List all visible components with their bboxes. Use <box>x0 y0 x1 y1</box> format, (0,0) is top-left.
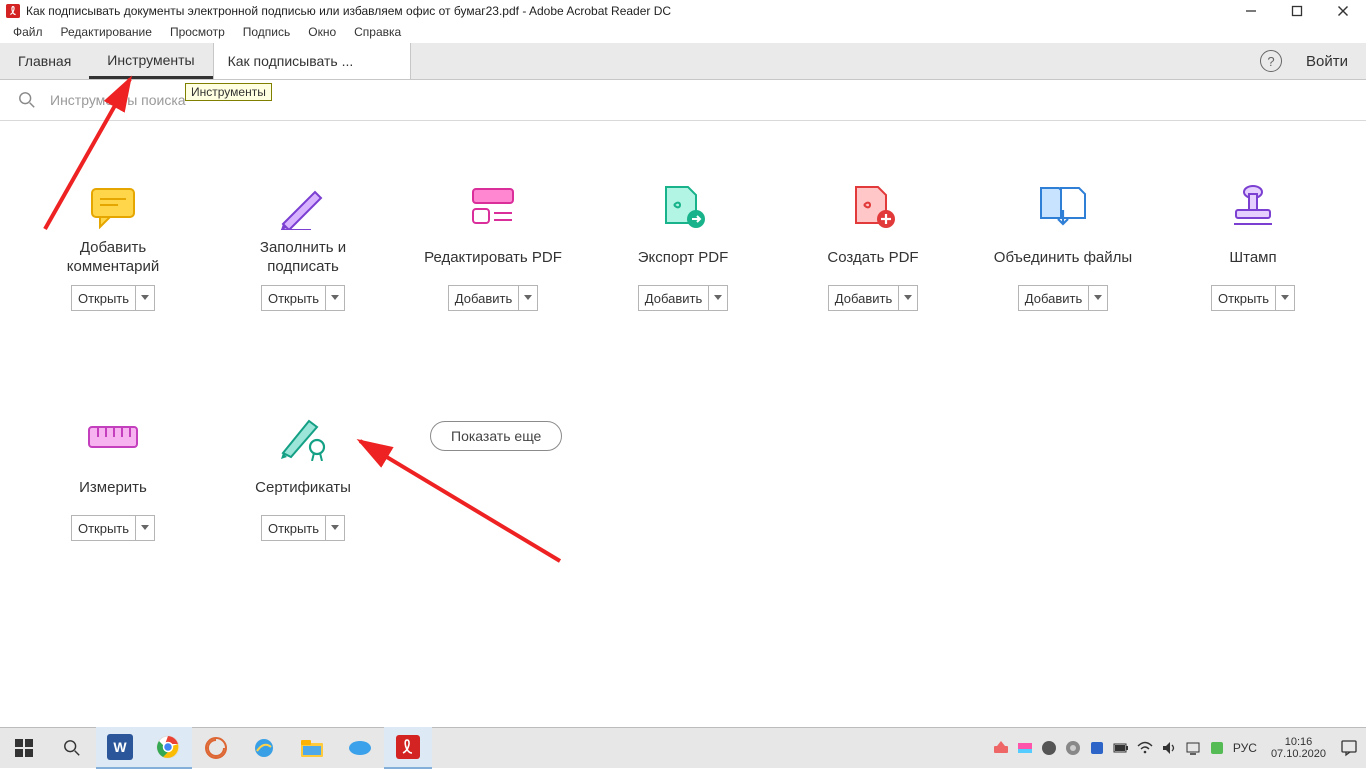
annotation-arrow-certificates <box>350 431 570 571</box>
create-pdf-icon <box>841 181 905 233</box>
chevron-down-icon[interactable] <box>135 516 154 540</box>
taskbar-chrome[interactable] <box>144 727 192 769</box>
window-controls <box>1228 1 1366 21</box>
tray-icon[interactable] <box>1017 740 1033 756</box>
taskbar-word[interactable]: W <box>96 727 144 769</box>
tooltip-tools: Инструменты <box>185 83 272 101</box>
tray-clock[interactable]: 10:16 07.10.2020 <box>1265 736 1332 760</box>
taskbar-search[interactable] <box>48 728 96 768</box>
tray-icon[interactable] <box>1089 740 1105 756</box>
tool-measure[interactable]: Измерить Открыть <box>18 411 208 541</box>
chevron-down-icon[interactable] <box>325 286 344 310</box>
tool-open-button[interactable]: Открыть <box>261 515 345 541</box>
minimize-button[interactable] <box>1228 1 1274 21</box>
tray-icon[interactable] <box>1041 740 1057 756</box>
help-icon[interactable]: ? <box>1260 50 1282 72</box>
stamp-icon <box>1221 181 1285 233</box>
tab-document[interactable]: Как подписывать ... <box>213 43 411 79</box>
titlebar: Как подписывать документы электронной по… <box>0 0 1366 21</box>
tray-icon[interactable] <box>1065 740 1081 756</box>
taskbar-app-c[interactable] <box>192 728 240 768</box>
signin-button[interactable]: Войти <box>1306 53 1348 70</box>
chevron-down-icon[interactable] <box>898 286 917 310</box>
taskbar-explorer[interactable] <box>288 728 336 768</box>
close-button[interactable] <box>1320 1 1366 21</box>
tray-battery-icon[interactable] <box>1113 740 1129 756</box>
tool-edit-pdf[interactable]: Редактировать PDF Добавить <box>398 181 588 311</box>
certificate-pen-icon <box>271 411 335 463</box>
start-button[interactable] <box>0 728 48 768</box>
chevron-down-icon[interactable] <box>708 286 727 310</box>
tool-label: Создать PDF <box>827 237 918 279</box>
tray-icon[interactable] <box>1209 740 1225 756</box>
export-pdf-icon <box>651 181 715 233</box>
tools-area: Добавить комментарий Открыть Заполнить и… <box>0 121 1366 541</box>
menu-help[interactable]: Справка <box>345 25 410 39</box>
action-center-icon[interactable] <box>1340 739 1358 757</box>
combine-icon <box>1031 181 1095 233</box>
maximize-button[interactable] <box>1274 1 1320 21</box>
tool-label: Добавить комментарий <box>67 237 159 279</box>
tool-label: Сертификаты <box>255 467 351 509</box>
pen-icon <box>271 181 335 233</box>
tool-export-pdf[interactable]: Экспорт PDF Добавить <box>588 181 778 311</box>
taskbar-app-blue[interactable] <box>336 728 384 768</box>
menubar: Файл Редактирование Просмотр Подпись Окн… <box>0 21 1366 43</box>
tool-combine[interactable]: Объединить файлы Добавить <box>968 181 1158 311</box>
taskbar: W РУС 10:16 07.10.2020 <box>0 727 1366 768</box>
menu-file[interactable]: Файл <box>4 25 52 39</box>
edit-pdf-icon <box>461 181 525 233</box>
taskbar-ie[interactable] <box>240 728 288 768</box>
tray-wifi-icon[interactable] <box>1137 740 1153 756</box>
tray-icon[interactable] <box>993 740 1009 756</box>
tool-create-pdf[interactable]: Создать PDF Добавить <box>778 181 968 311</box>
annotation-arrow-tools <box>30 69 190 239</box>
chevron-down-icon[interactable] <box>325 516 344 540</box>
tool-add-button[interactable]: Добавить <box>828 285 918 311</box>
tool-open-button[interactable]: Открыть <box>71 515 155 541</box>
taskbar-acrobat[interactable] <box>384 727 432 769</box>
tray-volume-icon[interactable] <box>1161 740 1177 756</box>
menu-sign[interactable]: Подпись <box>234 25 300 39</box>
tool-label: Экспорт PDF <box>638 237 729 279</box>
svg-text:W: W <box>113 739 127 755</box>
tool-open-button[interactable]: Открыть <box>261 285 345 311</box>
tabrow: Главная Инструменты Как подписывать ... … <box>0 43 1366 80</box>
tray-icon[interactable] <box>1185 740 1201 756</box>
chevron-down-icon[interactable] <box>1088 286 1107 310</box>
tool-fill-sign[interactable]: Заполнить и подписать Открыть <box>208 181 398 311</box>
tool-label: Штамп <box>1229 237 1276 279</box>
tool-label: Редактировать PDF <box>424 237 562 279</box>
tool-label: Измерить <box>79 467 147 509</box>
menu-edit[interactable]: Редактирование <box>52 25 161 39</box>
tool-add-button[interactable]: Добавить <box>448 285 538 311</box>
menu-view[interactable]: Просмотр <box>161 25 234 39</box>
acrobat-app-icon <box>6 4 20 18</box>
tool-stamp[interactable]: Штамп Открыть <box>1158 181 1348 311</box>
chevron-down-icon[interactable] <box>518 286 537 310</box>
tool-label: Заполнить и подписать <box>260 237 346 279</box>
tool-label: Объединить файлы <box>994 237 1132 279</box>
chevron-down-icon[interactable] <box>1275 286 1294 310</box>
tool-open-button[interactable]: Открыть <box>71 285 155 311</box>
tool-open-button[interactable]: Открыть <box>1211 285 1295 311</box>
tool-add-button[interactable]: Добавить <box>1018 285 1108 311</box>
window-title: Как подписывать документы электронной по… <box>26 4 1228 18</box>
system-tray: РУС 10:16 07.10.2020 <box>993 736 1366 760</box>
language-indicator[interactable]: РУС <box>1233 741 1257 755</box>
ruler-icon <box>81 411 145 463</box>
tool-add-button[interactable]: Добавить <box>638 285 728 311</box>
menu-window[interactable]: Окно <box>299 25 345 39</box>
chevron-down-icon[interactable] <box>135 286 154 310</box>
